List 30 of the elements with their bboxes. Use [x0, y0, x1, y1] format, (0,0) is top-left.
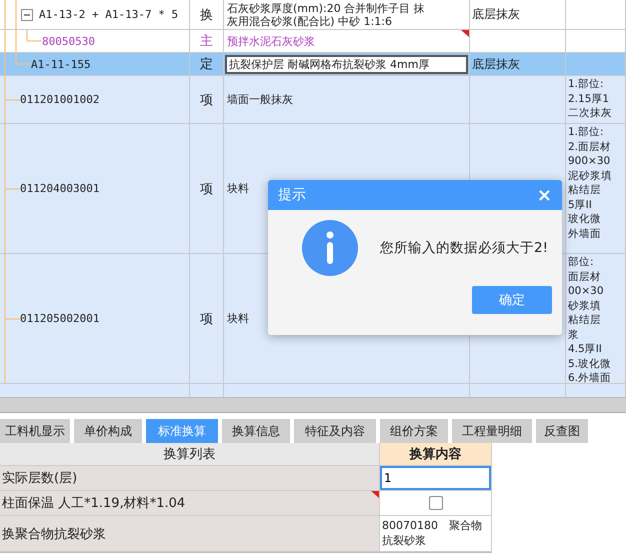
item-code: A1-13-2 + A1-13-7 * 5: [39, 8, 178, 21]
item-name: 石灰砂浆厚度(mm):20 合并制作子目 抹 灰用混合砂浆(配合比) 中砂 1:1:6: [227, 2, 425, 28]
column-header: 换算列表: [0, 443, 380, 466]
item-feature: 底层抹灰: [471, 6, 520, 23]
item-description: 1.部位: 2.面层材 900×30 泥砂浆填 粘结层 5厚II 玻化微 外墙面: [567, 125, 612, 241]
item-code: 011204003001: [20, 182, 100, 195]
item-description: 部位: 面层材 00×30 砂浆填 粘结层 浆 4.5厚II 5.玻化微 6.外墙面: [567, 255, 612, 383]
conversion-label: 换聚合物抗裂砂浆: [0, 516, 380, 552]
item-type: 项: [200, 180, 213, 198]
item-name: 块料: [227, 182, 249, 195]
item-feature: 底层抹灰: [471, 56, 520, 72]
item-name: 预拌水泥石灰砂浆: [227, 34, 315, 48]
item-type: 项: [200, 92, 213, 108]
item-type: 换: [200, 6, 213, 24]
conversion-label: 实际层数(层): [0, 466, 380, 491]
item-type: 主: [200, 33, 213, 50]
item-code: 011205002001: [20, 312, 100, 325]
item-description: 1.部位: 2.15厚1 二次抹灰: [567, 77, 612, 120]
conversion-value: 80070180 聚合物抗裂砂浆: [381, 518, 483, 549]
item-name: 墙面一般抹灰: [227, 93, 293, 106]
item-code: 011201001002: [20, 93, 100, 106]
item-code: A1-11-155: [31, 58, 91, 70]
item-code: 80050530: [42, 34, 95, 48]
item-name: 块料: [227, 312, 249, 325]
dialog-title: 提示: [278, 186, 306, 204]
dialog-message: 您所输入的数据必须大于2!: [380, 239, 548, 257]
column-header: 换算内容: [380, 443, 492, 466]
item-type: 项: [200, 310, 213, 328]
conversion-label: 柱面保温 人工*1.19,材料*1.04: [0, 491, 380, 516]
item-type: 定: [200, 56, 213, 73]
